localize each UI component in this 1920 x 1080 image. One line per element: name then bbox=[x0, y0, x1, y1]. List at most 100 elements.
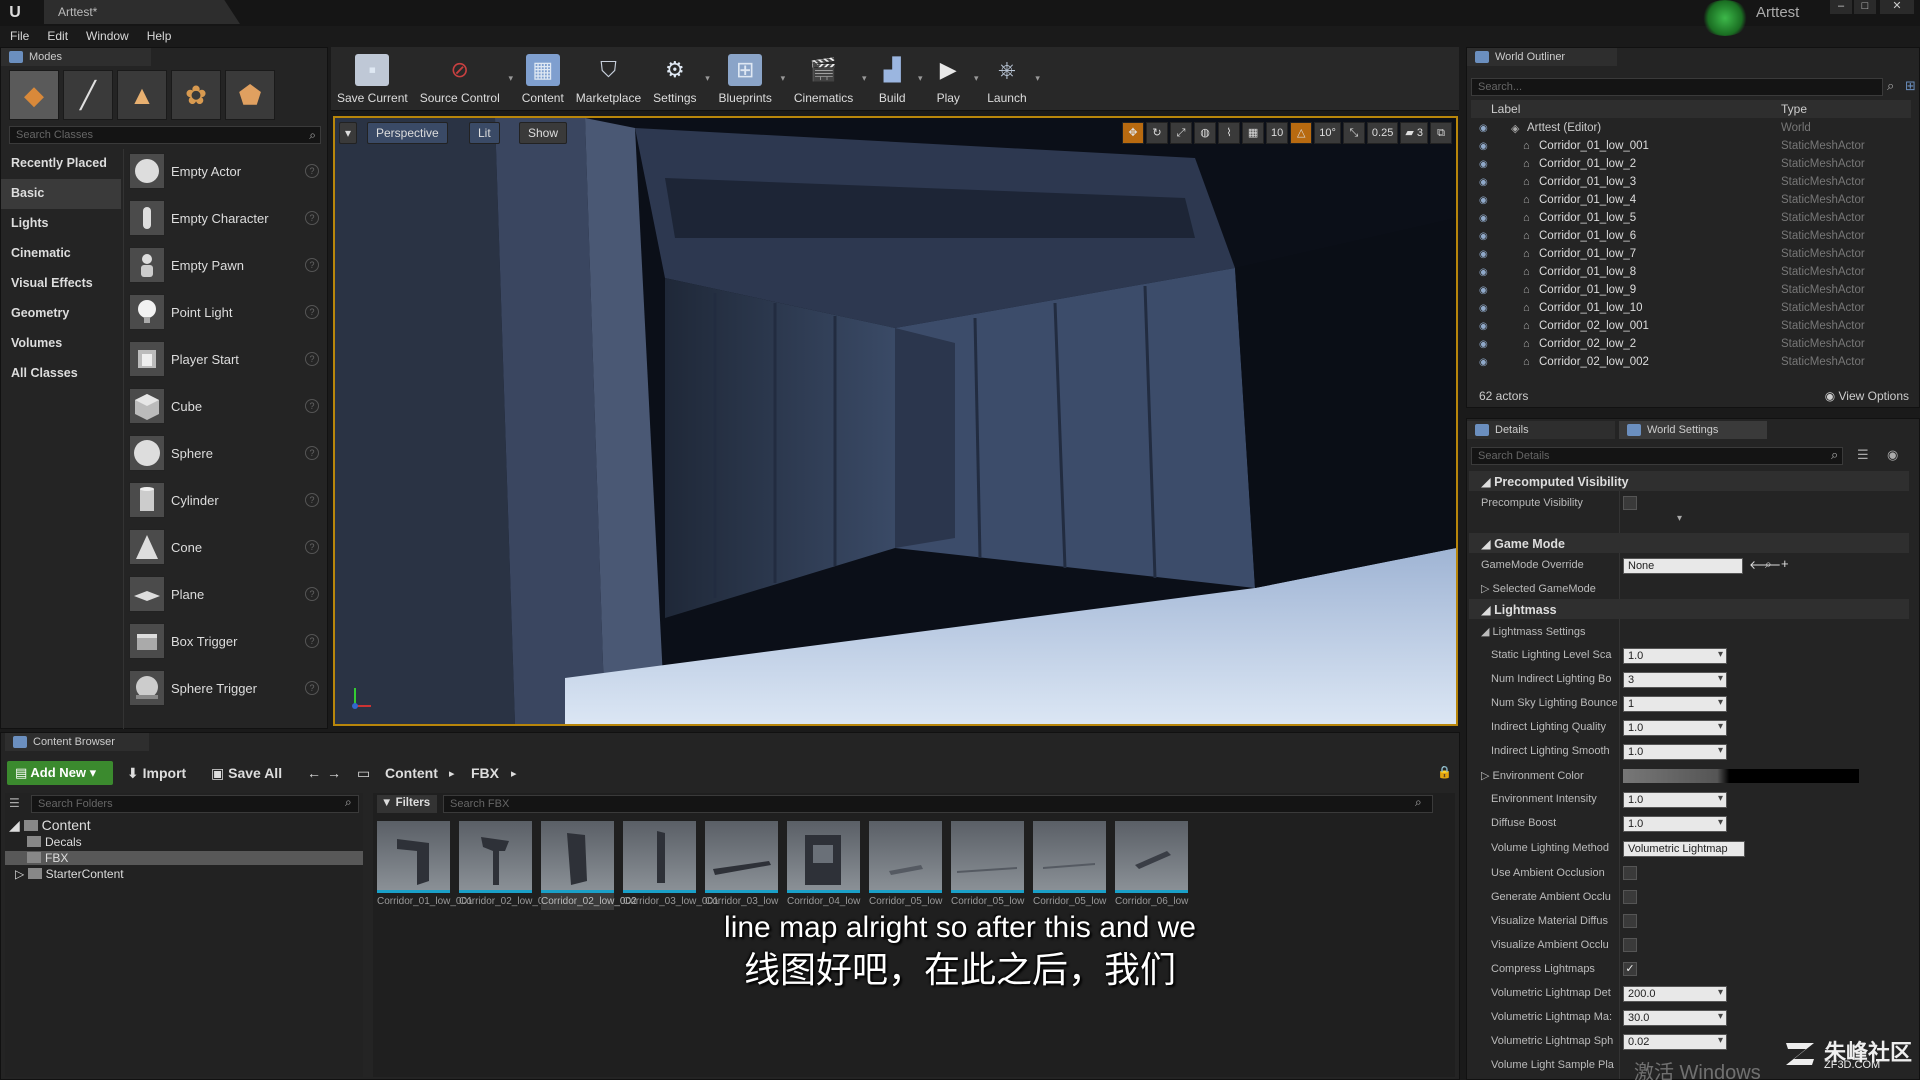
category-basic[interactable]: Basic bbox=[1, 179, 121, 209]
world-local-button[interactable]: ◍ bbox=[1194, 122, 1217, 144]
camera-speed-button[interactable]: ▰ 3 bbox=[1400, 122, 1428, 144]
section-precomputed-visibility[interactable]: ◢ Precomputed Visibility bbox=[1469, 471, 1909, 491]
landscape-mode-button[interactable]: ▲ bbox=[117, 70, 167, 120]
maximize-button[interactable]: □ bbox=[1854, 0, 1876, 14]
eye-icon[interactable]: ◉ bbox=[1479, 159, 1488, 170]
asset-tile[interactable]: Corridor_02_low_001 bbox=[459, 821, 555, 910]
search-folders-input[interactable]: Search Folders bbox=[31, 795, 359, 813]
diffuse-boost-input[interactable]: 1.0 bbox=[1623, 816, 1727, 832]
eye-icon[interactable]: ◉ bbox=[1479, 249, 1488, 260]
selected-gamemode-label[interactable]: ▷ Selected GameMode bbox=[1481, 582, 1621, 595]
help-icon[interactable]: ? bbox=[305, 258, 319, 272]
asset-tile[interactable]: Corridor_03_low_001 bbox=[623, 821, 719, 910]
outliner-row[interactable]: ◉ ⌂ Corridor_02_low_2 StaticMeshActor bbox=[1471, 336, 1911, 354]
actor-item[interactable]: Empty Actor? bbox=[125, 149, 325, 196]
asset-tile[interactable]: Corridor_05_low bbox=[951, 821, 1024, 910]
add-icon[interactable]: + bbox=[1781, 556, 1789, 571]
outliner-search-input[interactable]: Search... bbox=[1471, 78, 1883, 96]
world-outliner-tab[interactable]: World Outliner bbox=[1467, 48, 1617, 66]
volumetric-lightmap-spherical-input[interactable]: 0.02 bbox=[1623, 1034, 1727, 1050]
menu-edit[interactable]: Edit bbox=[47, 29, 68, 43]
play-button[interactable]: ▶ Play bbox=[925, 47, 971, 109]
cinematics-button[interactable]: 🎬 Cinematics bbox=[788, 47, 859, 109]
foliage-mode-button[interactable]: ✿ bbox=[171, 70, 221, 120]
help-icon[interactable]: ? bbox=[305, 540, 319, 554]
generate-ambient-occlusion-checkbox[interactable] bbox=[1623, 890, 1637, 904]
eye-icon[interactable]: ◉ bbox=[1479, 123, 1488, 134]
section-game-mode[interactable]: ◢ Game Mode bbox=[1469, 533, 1909, 553]
indirect-lighting-smoothness-input[interactable]: 1.0 bbox=[1623, 744, 1727, 760]
blueprints-dropdown[interactable]: ▾ bbox=[778, 47, 788, 109]
category-cinematic[interactable]: Cinematic bbox=[1, 239, 121, 269]
grid-snap-value[interactable]: 10 bbox=[1266, 122, 1289, 144]
outliner-row[interactable]: ◉ ⌂ Corridor_01_low_5 StaticMeshActor bbox=[1471, 210, 1911, 228]
save-current-button[interactable]: ▪ Save Current bbox=[331, 47, 414, 109]
scale-snap-value[interactable]: 0.25 bbox=[1366, 122, 1399, 144]
marketplace-button[interactable]: ⛉ Marketplace bbox=[570, 47, 647, 109]
perspective-button[interactable]: Perspective bbox=[367, 122, 448, 144]
play-dropdown[interactable]: ▾ bbox=[971, 47, 981, 109]
outliner-row[interactable]: ◉ ⌂ Corridor_01_low_8 StaticMeshActor bbox=[1471, 264, 1911, 282]
rotate-tool-button[interactable]: ↻ bbox=[1146, 122, 1169, 144]
outliner-row[interactable]: ◉ ⌂ Corridor_01_low_10 StaticMeshActor bbox=[1471, 300, 1911, 318]
outliner-row[interactable]: ◉ ⌂ Corridor_01_low_2 StaticMeshActor bbox=[1471, 156, 1911, 174]
lightmass-settings-label[interactable]: ◢ Lightmass Settings bbox=[1481, 625, 1621, 638]
cinematics-dropdown[interactable]: ▾ bbox=[859, 47, 869, 109]
translate-tool-button[interactable]: ✥ bbox=[1122, 122, 1145, 144]
scale-snap-button[interactable]: ⤡ bbox=[1342, 122, 1365, 144]
close-button[interactable]: ✕ bbox=[1880, 0, 1914, 14]
asset-tile[interactable]: Corridor_01_low_001 bbox=[377, 821, 473, 910]
visualize-ambient-occlusion-checkbox[interactable] bbox=[1623, 938, 1637, 952]
eye-icon[interactable]: ◉ bbox=[1479, 357, 1488, 368]
volumetric-lightmap-max-bricks-input[interactable]: 30.0 bbox=[1623, 1010, 1727, 1026]
details-search-input[interactable]: Search Details bbox=[1471, 447, 1843, 465]
help-icon[interactable]: ? bbox=[305, 681, 319, 695]
settings-dropdown[interactable]: ▾ bbox=[703, 47, 713, 109]
outliner-row[interactable]: ◉ ⌂ Corridor_02_low_001 StaticMeshActor bbox=[1471, 318, 1911, 336]
num-indirect-lighting-bounces-input[interactable]: 3 bbox=[1623, 672, 1727, 688]
type-column-header[interactable]: Type bbox=[1781, 102, 1807, 116]
precompute-visibility-checkbox[interactable] bbox=[1623, 496, 1637, 510]
launch-dropdown[interactable]: ▾ bbox=[1033, 47, 1043, 109]
lit-button[interactable]: Lit bbox=[469, 122, 500, 144]
eye-icon[interactable]: ◉ bbox=[1479, 303, 1488, 314]
actor-item[interactable]: Cone? bbox=[125, 525, 325, 572]
indirect-lighting-quality-input[interactable]: 1.0 bbox=[1623, 720, 1727, 736]
help-icon[interactable]: ? bbox=[305, 587, 319, 601]
menu-help[interactable]: Help bbox=[147, 29, 172, 43]
actor-item[interactable]: Cylinder? bbox=[125, 478, 325, 525]
actor-item[interactable]: Plane? bbox=[125, 572, 325, 619]
use-ambient-occlusion-checkbox[interactable] bbox=[1623, 866, 1637, 880]
outliner-row[interactable]: ◉ ⌂ Corridor_01_low_6 StaticMeshActor bbox=[1471, 228, 1911, 246]
num-sky-lighting-bounces-input[interactable]: 1 bbox=[1623, 696, 1727, 712]
history-forward-button[interactable]: → bbox=[327, 765, 341, 781]
label-column-header[interactable]: Label bbox=[1491, 102, 1520, 116]
sources-toggle-icon[interactable]: ☰ bbox=[9, 796, 20, 810]
outliner-row[interactable]: ◉ ⌂ Corridor_01_low_4 StaticMeshActor bbox=[1471, 192, 1911, 210]
search-classes-input[interactable]: Search Classes ⌕ bbox=[9, 126, 321, 144]
outliner-row[interactable]: ◉ ⌂ Corridor_01_low_7 StaticMeshActor bbox=[1471, 246, 1911, 264]
minimize-button[interactable]: – bbox=[1830, 0, 1852, 14]
viewport-options-button[interactable]: ▾ bbox=[339, 122, 358, 144]
help-icon[interactable]: ? bbox=[305, 211, 319, 225]
environment-color-label[interactable]: ▷ Environment Color bbox=[1481, 769, 1621, 782]
list-view-icon[interactable]: ☰ bbox=[1857, 447, 1869, 463]
eye-icon[interactable]: ◉ bbox=[1479, 339, 1488, 350]
actor-item[interactable]: Empty Pawn? bbox=[125, 243, 325, 290]
category-volumes[interactable]: Volumes bbox=[1, 329, 121, 359]
visualize-material-diffuse-checkbox[interactable] bbox=[1623, 914, 1637, 928]
outliner-row[interactable]: ◉ ⌂ Corridor_01_low_001 StaticMeshActor bbox=[1471, 138, 1911, 156]
asset-tile[interactable]: Corridor_05_low bbox=[869, 821, 942, 910]
pin-icon[interactable]: ⊞ bbox=[1905, 78, 1916, 94]
eye-icon[interactable]: ◉ bbox=[1479, 321, 1488, 332]
volume-lighting-method-select[interactable]: Volumetric Lightmap bbox=[1623, 841, 1745, 857]
folder-decals[interactable]: Decals bbox=[27, 835, 82, 849]
grid-snap-button[interactable]: ▦ bbox=[1242, 122, 1265, 144]
eye-icon[interactable]: ◉ bbox=[1479, 195, 1488, 206]
place-mode-button[interactable]: ◆ bbox=[9, 70, 59, 120]
launch-button[interactable]: ⎈ Launch bbox=[981, 47, 1032, 109]
environment-intensity-input[interactable]: 1.0 bbox=[1623, 792, 1727, 808]
asset-tile[interactable]: Corridor_06_low bbox=[1115, 821, 1188, 910]
build-dropdown[interactable]: ▾ bbox=[915, 47, 925, 109]
save-all-button[interactable]: ▣ Save All bbox=[211, 765, 282, 782]
